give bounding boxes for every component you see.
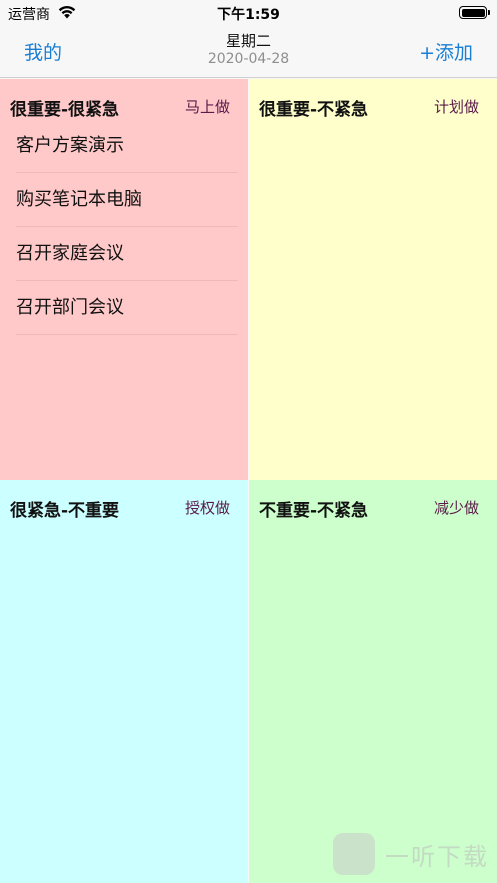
screen: 运营商 下午1:59 我的 星期二 2020-04-28 +添加 很重要-很紧急… bbox=[0, 0, 497, 883]
quadrant-action: 减少做 bbox=[433, 499, 479, 517]
task-item[interactable]: 召开家庭会议 bbox=[16, 227, 238, 281]
add-button[interactable]: +添加 bbox=[419, 38, 473, 65]
status-time: 下午1:59 bbox=[217, 7, 280, 23]
battery-icon bbox=[459, 6, 490, 19]
quadrant-not-important-not-urgent[interactable]: 不重要-不紧急 减少做 一听下载 bbox=[249, 480, 497, 883]
task-item[interactable]: 客户方案演示 bbox=[16, 119, 238, 173]
quadrant-action: 授权做 bbox=[184, 499, 230, 517]
quadrant-action: 计划做 bbox=[433, 98, 479, 116]
quadrant-urgent-not-important[interactable]: 很紧急-不重要 授权做 bbox=[0, 480, 248, 883]
task-list: 客户方案演示 购买笔记本电脑 召开家庭会议 召开部门会议 bbox=[16, 119, 238, 335]
quadrant-title: 很重要-不紧急 bbox=[259, 100, 369, 120]
watermark-logo-icon bbox=[333, 833, 375, 875]
watermark-text: 一听下载 bbox=[385, 843, 489, 871]
navigation-bar: 我的 星期二 2020-04-28 +添加 bbox=[0, 26, 497, 78]
watermark: 一听下载 bbox=[333, 831, 493, 877]
task-item[interactable]: 购买笔记本电脑 bbox=[16, 173, 238, 227]
task-item[interactable]: 召开部门会议 bbox=[16, 281, 238, 335]
quadrant-title: 不重要-不紧急 bbox=[259, 501, 369, 521]
status-bar: 运营商 下午1:59 bbox=[0, 0, 497, 26]
quadrant-important-urgent[interactable]: 很重要-很紧急 马上做 客户方案演示 购买笔记本电脑 召开家庭会议 召开部门会议 bbox=[0, 79, 248, 480]
quadrant-action: 马上做 bbox=[184, 98, 230, 116]
quadrant-title: 很重要-很紧急 bbox=[10, 100, 120, 120]
quadrant-important-not-urgent[interactable]: 很重要-不紧急 计划做 bbox=[249, 79, 497, 480]
quadrant-title: 很紧急-不重要 bbox=[10, 501, 120, 521]
